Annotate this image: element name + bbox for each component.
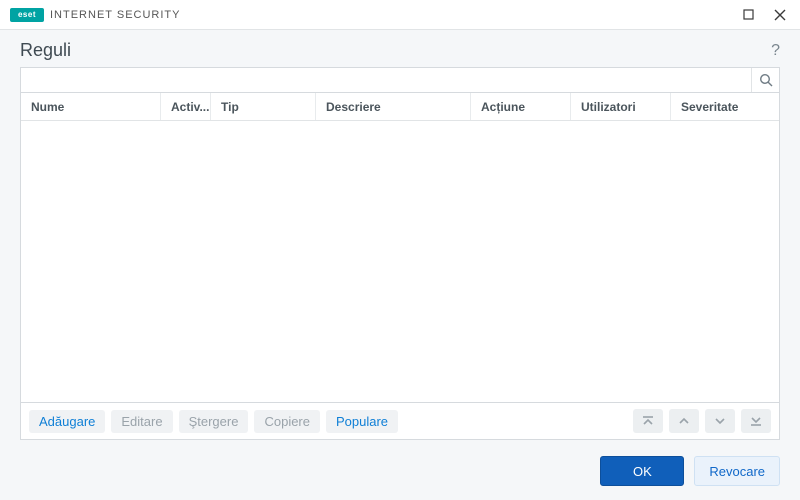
dialog-footer: OK Revocare (0, 440, 800, 500)
move-top-button[interactable] (633, 409, 663, 433)
move-bottom-button[interactable] (741, 409, 771, 433)
chevron-up-icon (677, 415, 691, 427)
ok-button[interactable]: OK (600, 456, 684, 486)
chevron-top-icon (641, 415, 655, 427)
title-bar: eset INTERNET SECURITY (0, 0, 800, 30)
edit-button[interactable]: Editare (111, 410, 172, 433)
window-controls (734, 2, 794, 28)
search-button[interactable] (751, 68, 779, 92)
column-header[interactable]: Activ... (161, 93, 211, 120)
column-header[interactable]: Severitate (671, 93, 779, 120)
column-header[interactable]: Acțiune (471, 93, 571, 120)
search-row (20, 67, 780, 93)
product-name: INTERNET SECURITY (50, 9, 180, 21)
search-input[interactable] (21, 68, 751, 92)
help-icon: ? (771, 42, 780, 59)
action-row: Adăugare Editare Ştergere Copiere Popula… (20, 403, 780, 440)
search-icon (759, 73, 773, 87)
content: NumeActiv...TipDescriereAcțiuneUtilizato… (0, 67, 800, 440)
table-header: NumeActiv...TipDescriereAcțiuneUtilizato… (21, 93, 779, 121)
brand: eset INTERNET SECURITY (10, 8, 180, 22)
close-button[interactable] (766, 2, 794, 28)
cancel-button[interactable]: Revocare (694, 456, 780, 486)
brand-logo: eset (10, 8, 44, 22)
help-button[interactable]: ? (771, 42, 780, 60)
copy-button[interactable]: Copiere (254, 410, 320, 433)
page-header: Reguli ? (0, 30, 800, 67)
maximize-button[interactable] (734, 2, 762, 28)
close-icon (774, 9, 786, 21)
add-button[interactable]: Adăugare (29, 410, 105, 433)
rules-table: NumeActiv...TipDescriereAcțiuneUtilizato… (20, 93, 780, 403)
chevron-bottom-icon (749, 415, 763, 427)
maximize-icon (743, 9, 754, 20)
column-header[interactable]: Utilizatori (571, 93, 671, 120)
move-up-button[interactable] (669, 409, 699, 433)
column-header[interactable]: Nume (21, 93, 161, 120)
move-down-button[interactable] (705, 409, 735, 433)
table-body (21, 121, 779, 402)
page-title: Reguli (20, 40, 71, 61)
column-header[interactable]: Tip (211, 93, 316, 120)
delete-button[interactable]: Ştergere (179, 410, 249, 433)
populate-button[interactable]: Populare (326, 410, 398, 433)
chevron-down-icon (713, 415, 727, 427)
column-header[interactable]: Descriere (316, 93, 471, 120)
